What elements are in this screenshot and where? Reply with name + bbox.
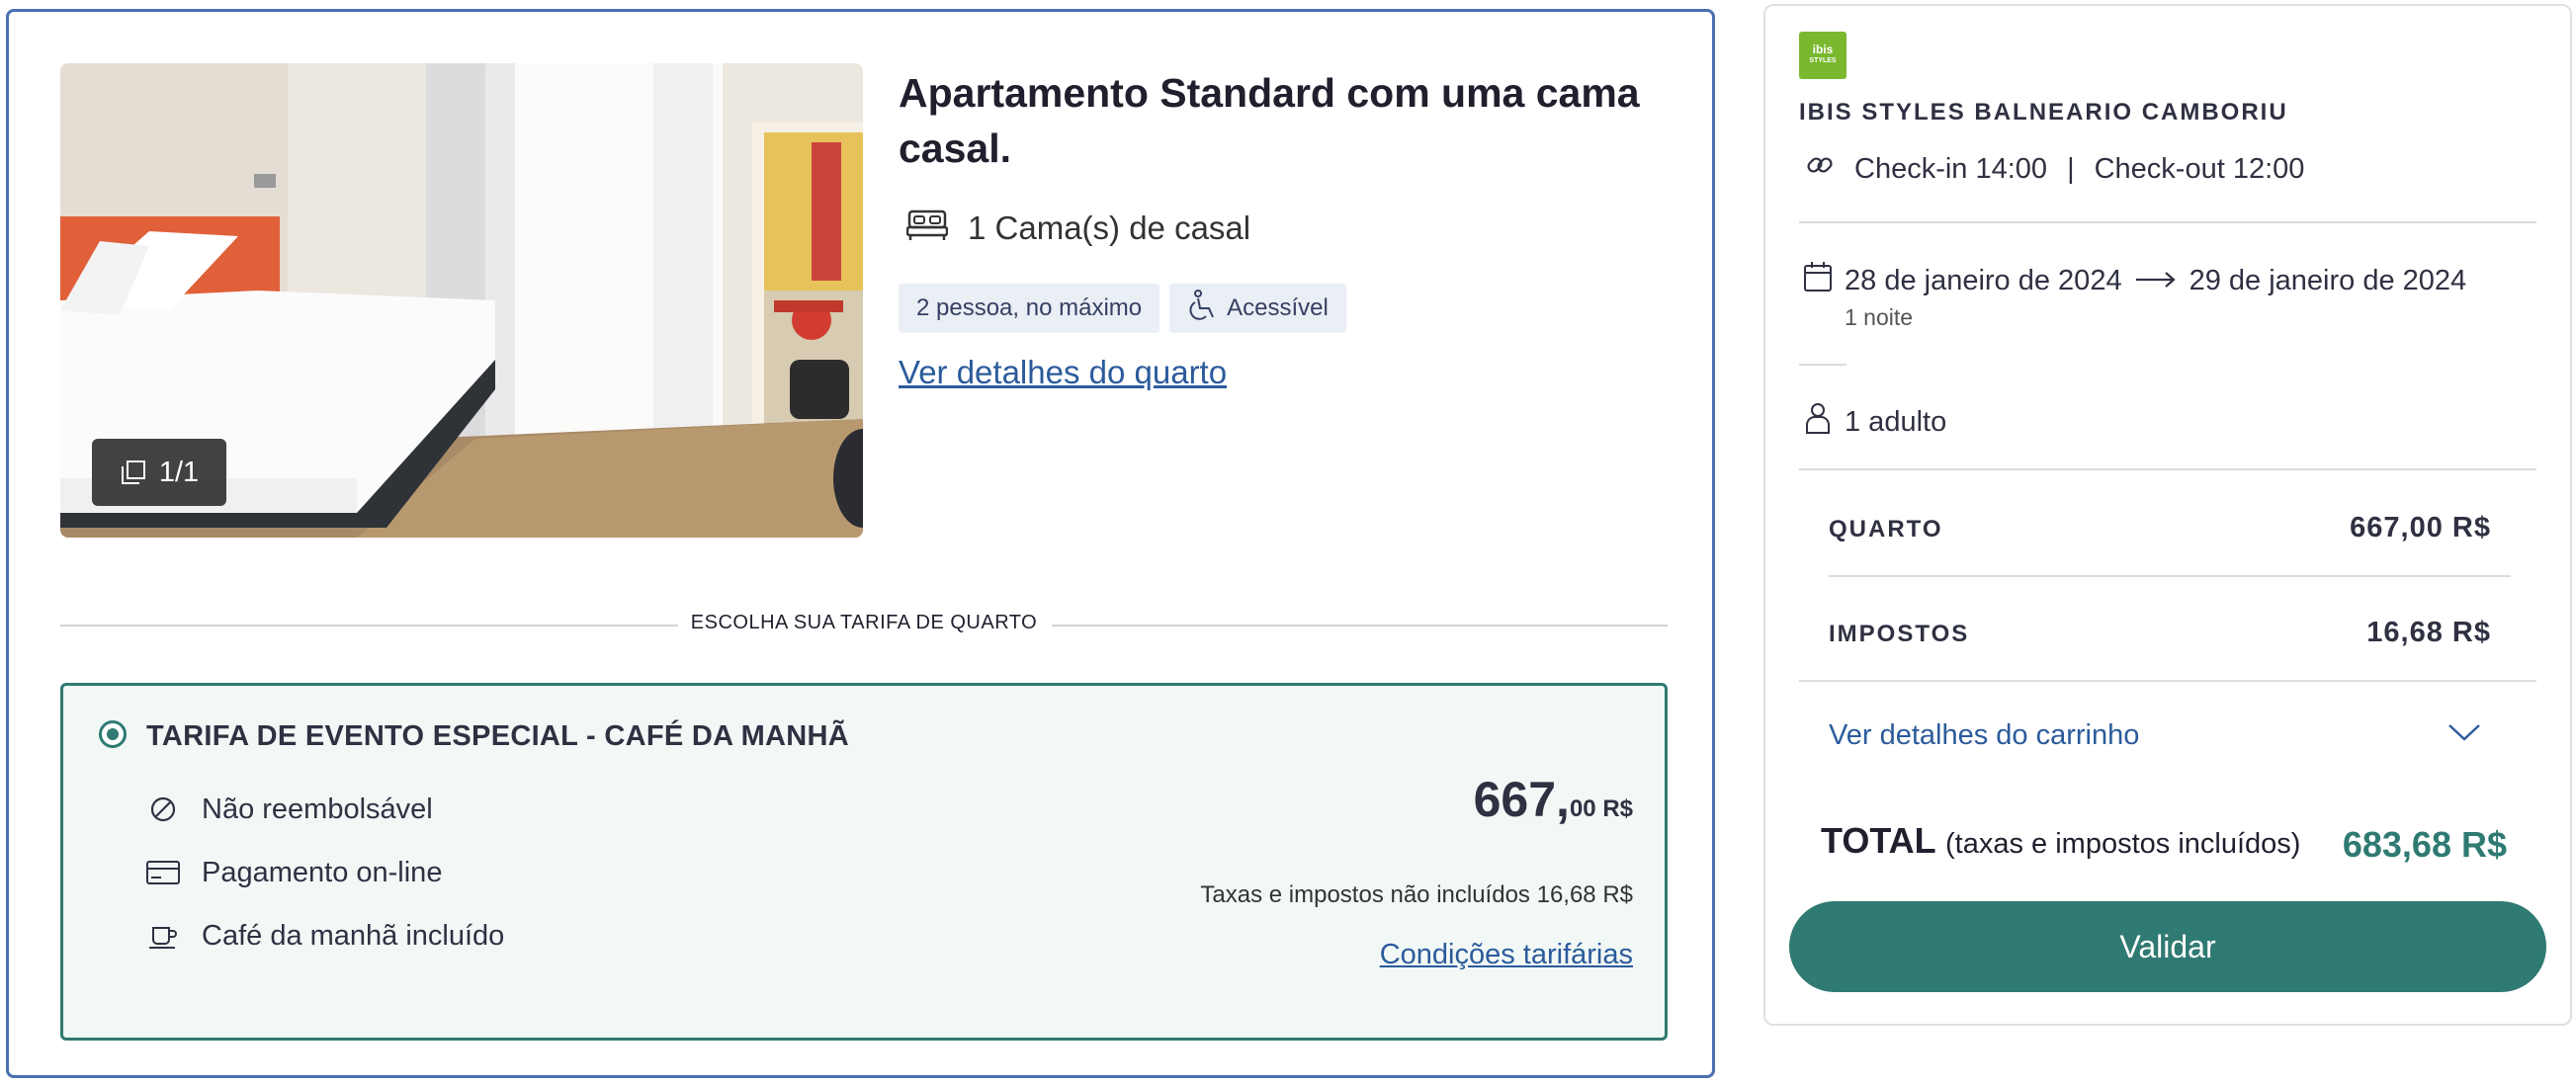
divider	[1799, 680, 2536, 682]
radio-dot	[107, 728, 119, 740]
booking-summary: ibis STYLES IBIS STYLES BALNEARIO CAMBOR…	[1763, 4, 2572, 1026]
logo-text: ibis	[1812, 42, 1834, 56]
feature-label: Pagamento on-line	[202, 856, 443, 888]
chevron-down-icon[interactable]	[2447, 721, 2481, 748]
price-integer: 667,	[1473, 772, 1570, 827]
feature-label: Café da manhã incluído	[202, 919, 505, 952]
calendar-icon	[1803, 261, 1833, 300]
divider	[1799, 364, 1846, 366]
guests-label: 1 adulto	[1845, 405, 1947, 438]
credit-card-icon	[146, 856, 180, 889]
link-icon	[1805, 150, 1835, 188]
hotel-name: IBIS STYLES BALNEARIO CAMBORIU	[1799, 99, 2288, 125]
room-details-link[interactable]: Ver detalhes do quarto	[899, 354, 1227, 391]
total-label: TOTAL (taxas e impostos incluídos)	[1821, 820, 2300, 862]
divider	[1799, 221, 2536, 223]
capacity-tag: 2 pessoa, no máximo	[899, 284, 1160, 333]
hotel-logo: ibis STYLES	[1799, 32, 1846, 79]
price-decimal: 00 R$	[1569, 795, 1633, 822]
divider	[1799, 468, 2536, 470]
logo-subtext: STYLES	[1809, 57, 1837, 64]
rate-section-label: ESCOLHA SUA TARIFA DE QUARTO	[690, 612, 1038, 633]
tax-note: Taxas e impostos não incluídos 16,68 R$	[1200, 881, 1633, 908]
feature-non-refundable: Não reembolsável	[146, 793, 433, 826]
room-price-value: 667,00 R$	[2350, 512, 2491, 544]
accessible-tag: Acessível	[1169, 284, 1346, 333]
guests: 1 adulto	[1803, 401, 1946, 443]
photo-counter-button[interactable]: 1/1	[92, 439, 226, 506]
bed-icon	[905, 208, 949, 249]
bed-label: 1 Cama(s) de casal	[968, 209, 1251, 246]
total-value: 683,68 R$	[2342, 824, 2507, 865]
taxes-label: IMPOSTOS	[1829, 621, 1970, 647]
taxes-value: 16,68 R$	[2366, 617, 2491, 648]
total-label-main: TOTAL	[1821, 820, 1935, 861]
cart-details-link[interactable]: Ver detalhes do carrinho	[1829, 719, 2139, 752]
room-photo[interactable]: 1/1	[60, 63, 863, 538]
checkin-separator: |	[2067, 152, 2075, 185]
coffee-cup-icon	[146, 919, 180, 953]
rate-radio[interactable]	[99, 720, 127, 748]
no-entry-icon	[146, 793, 180, 826]
date-to: 29 de janeiro de 2024	[2189, 264, 2467, 296]
nights-count: 1 noite	[1845, 304, 1914, 330]
wheelchair-icon	[1187, 289, 1217, 328]
room-title: Apartamento Standard com uma cama casal.	[899, 70, 1640, 171]
checkout-label: Check-out 12:00	[2094, 152, 2305, 185]
stay-dates: 28 de janeiro de 2024 29 de janeiro de 2…	[1803, 261, 2466, 300]
date-from: 28 de janeiro de 2024	[1845, 264, 2122, 296]
rate-section-heading: ESCOLHA SUA TARIFA DE QUARTO	[60, 610, 1668, 639]
feature-label: Não reembolsável	[202, 793, 433, 825]
divider	[1052, 625, 1668, 627]
bed-info: 1 Cama(s) de casal	[905, 208, 1251, 249]
gallery-icon	[120, 459, 147, 486]
person-icon	[1803, 401, 1833, 443]
arrow-right-icon	[2134, 265, 2178, 297]
room-card: 1/1 Apartamento Standard com uma cama ca…	[6, 9, 1715, 1078]
rate-price: 667,00 R$	[1474, 771, 1633, 828]
validate-button[interactable]: Validar	[1789, 901, 2546, 992]
divider	[1829, 575, 2511, 577]
rate-name: TARIFA DE EVENTO ESPECIAL - CAFÉ DA MANH…	[146, 720, 850, 752]
accessible-tag-label: Acessível	[1227, 294, 1329, 321]
room-tags: 2 pessoa, no máximo Acessível	[899, 284, 1346, 333]
total-label-sub: (taxas e impostos incluídos)	[1945, 828, 2301, 860]
feature-online-payment: Pagamento on-line	[146, 856, 442, 889]
capacity-tag-label: 2 pessoa, no máximo	[916, 294, 1143, 321]
feature-breakfast: Café da manhã incluído	[146, 919, 504, 953]
room-price-label: QUARTO	[1829, 516, 1943, 543]
photo-counter-label: 1/1	[158, 456, 200, 488]
rate-option[interactable]: TARIFA DE EVENTO ESPECIAL - CAFÉ DA MANH…	[60, 683, 1668, 1041]
checkin-checkout: Check-in 14:00 | Check-out 12:00	[1805, 150, 2304, 188]
checkin-label: Check-in 14:00	[1854, 152, 2048, 185]
rate-conditions-link[interactable]: Condições tarifárias	[1380, 939, 1633, 971]
